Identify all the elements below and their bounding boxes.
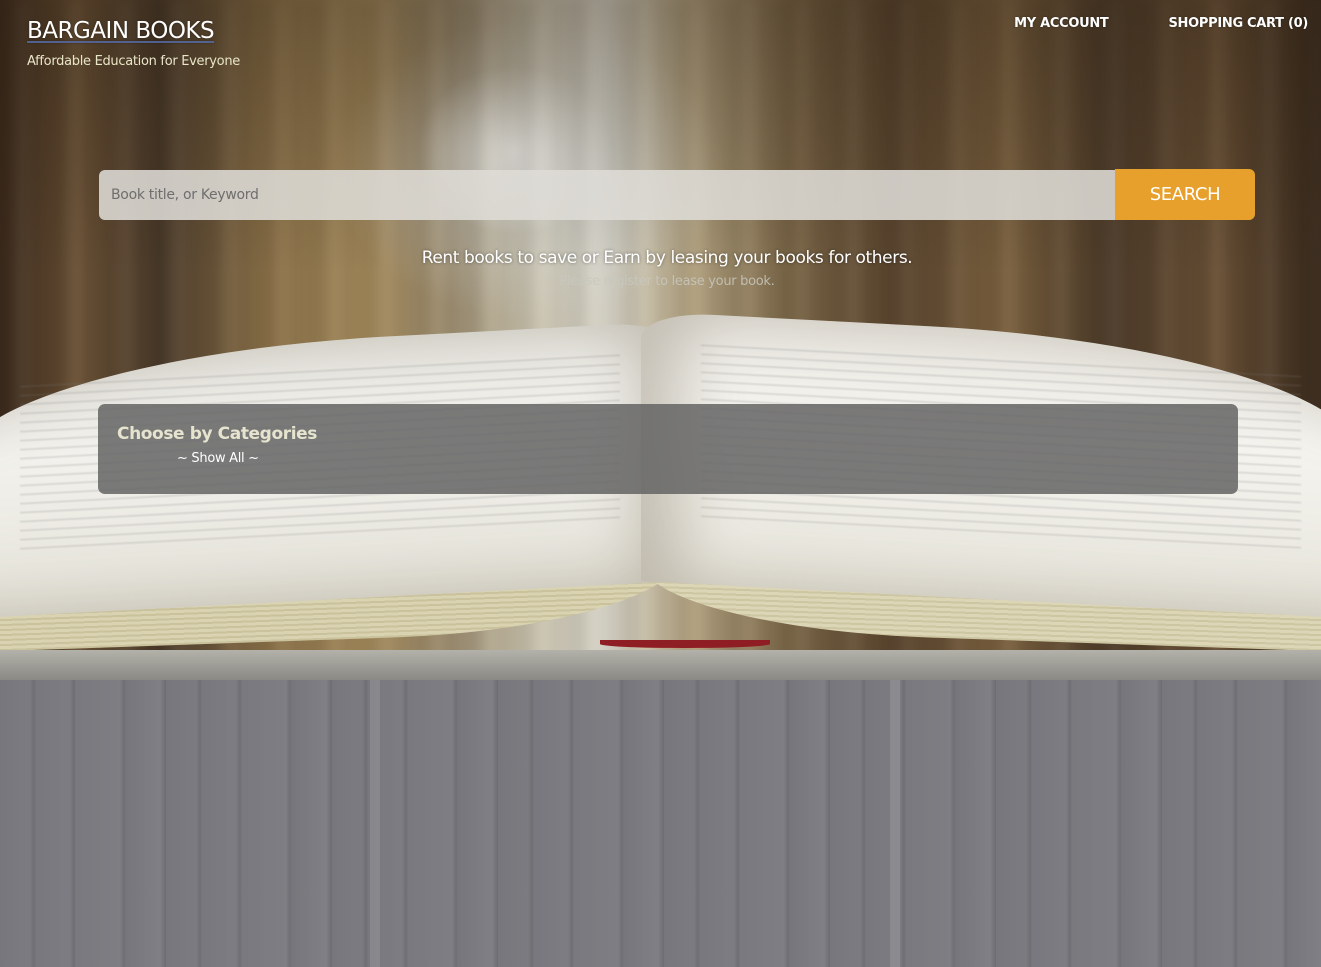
shopping-cart-link[interactable]: SHOPPING CART (0) (1168, 16, 1308, 31)
site-tagline: Affordable Education for Everyone (27, 54, 240, 69)
site-logo-link[interactable]: BARGAIN BOOKS (27, 18, 240, 44)
search-input[interactable] (99, 170, 1115, 220)
brand: BARGAIN BOOKS Affordable Education for E… (27, 18, 240, 69)
categories-title: Choose by Categories (117, 424, 317, 444)
book-spine-ribbon (600, 640, 770, 648)
promo-headline: Rent books to save or Earn by leasing yo… (421, 248, 913, 268)
bookshelf-background (0, 680, 1321, 967)
promo-message: Rent books to save or Earn by leasing yo… (0, 248, 1321, 289)
show-all-categories-link[interactable]: ~ Show All ~ (177, 451, 259, 466)
hero-background-image (0, 0, 1321, 680)
book-page-edges-left (0, 507, 680, 653)
search-form: SEARCH (99, 169, 1255, 221)
register-hint: Please register to lease your book. (559, 274, 775, 289)
categories-panel: Choose by Categories ~ Show All ~ (98, 404, 1238, 494)
table-surface (0, 650, 1321, 680)
page: BARGAIN BOOKS Affordable Education for E… (0, 0, 1321, 967)
book-page-edges-right (641, 517, 1321, 653)
search-button[interactable]: SEARCH (1115, 169, 1255, 220)
my-account-link[interactable]: MY ACCOUNT (1014, 16, 1109, 31)
header-nav: MY ACCOUNT SHOPPING CART (0) (1014, 16, 1308, 31)
